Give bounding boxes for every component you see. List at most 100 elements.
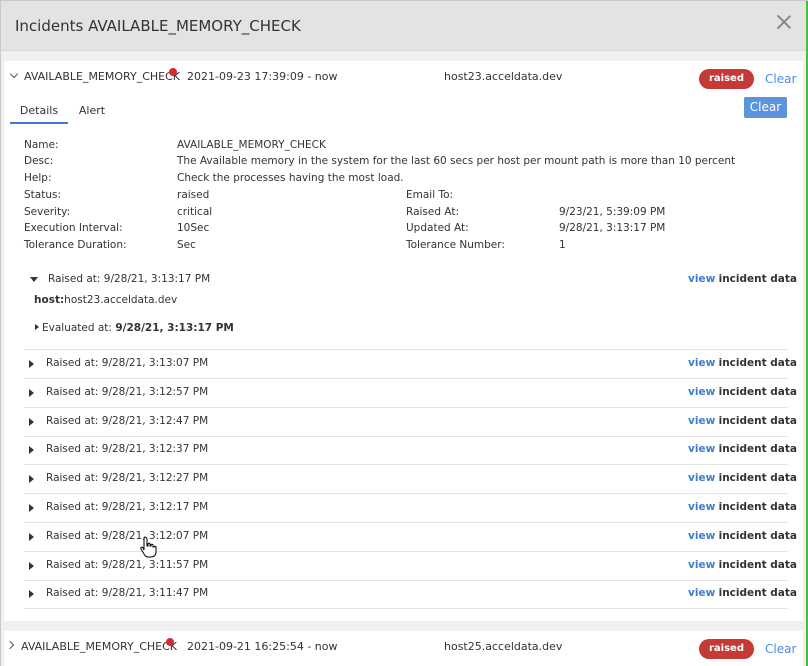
view-link[interactable]: view xyxy=(688,443,715,455)
raised-at-label: Raised At: xyxy=(406,206,460,218)
view-link-rest: incident data xyxy=(718,273,798,285)
tolerance-duration-label: Tolerance Duration: xyxy=(24,239,127,251)
view-incident-data-link[interactable]: view incident data xyxy=(688,559,797,571)
name-value: AVAILABLE_MEMORY_CHECK xyxy=(177,139,326,151)
divider xyxy=(24,493,788,495)
divider xyxy=(24,579,788,581)
help-value: Check the processes having the most load… xyxy=(177,172,404,184)
event-row-raised[interactable]: Raised at: 9/28/21, 3:12:57 PM xyxy=(46,386,208,398)
incident-card: AVAILABLE_MEMORY_CHECK 2021-09-23 17:39:… xyxy=(4,61,803,621)
event-row-raised[interactable]: Raised at: 9/28/21, 3:12:27 PM xyxy=(46,472,208,484)
event-row-raised[interactable]: Raised at: 9/28/21, 3:12:07 PM xyxy=(46,530,208,542)
clear-link[interactable]: Clear xyxy=(765,72,796,86)
view-incident-data-link[interactable]: view incident data xyxy=(688,357,797,369)
email-to-label: Email To: xyxy=(406,189,454,201)
execution-interval-value: 10Sec xyxy=(177,222,210,234)
status-dot xyxy=(169,68,177,76)
tab-alert[interactable]: Alert xyxy=(78,99,106,124)
incident-time: 2021-09-23 17:39:09 - now xyxy=(187,70,338,83)
view-link-rest: incident data xyxy=(718,385,798,398)
event-host: host:host23.acceldata.dev xyxy=(34,294,177,306)
divider xyxy=(24,435,788,437)
event-host-value: host23.acceldata.dev xyxy=(64,294,178,306)
incident-host: host25.acceldata.dev xyxy=(444,640,563,653)
caret-right-icon[interactable] xyxy=(29,532,34,541)
event-row-raised[interactable]: Raised at: 9/28/21, 3:12:17 PM xyxy=(46,501,208,513)
view-link-rest: incident data xyxy=(718,357,798,369)
divider xyxy=(24,349,788,350)
status-dot xyxy=(166,638,174,646)
caret-right-icon[interactable] xyxy=(29,446,34,455)
modal-title: Incidents AVAILABLE_MEMORY_CHECK xyxy=(15,17,301,35)
divider xyxy=(24,464,788,466)
modal-header: Incidents AVAILABLE_MEMORY_CHECK xyxy=(1,1,807,51)
status-badge: raised xyxy=(699,639,754,659)
view-link-rest: incident data xyxy=(718,443,798,456)
clear-link[interactable]: Clear xyxy=(765,642,796,656)
close-icon[interactable] xyxy=(776,14,792,30)
tab-details[interactable]: Details xyxy=(10,99,68,124)
hand-cursor-icon xyxy=(140,536,157,558)
view-link[interactable]: view xyxy=(688,415,715,427)
updated-at-value: 9/28/21, 3:13:17 PM xyxy=(559,222,666,234)
incident-host: host23.acceldata.dev xyxy=(444,70,563,83)
tolerance-number-value: 1 xyxy=(559,239,566,251)
event-row-raised[interactable]: Raised at: 9/28/21, 3:13:07 PM xyxy=(46,357,208,369)
incident-name: AVAILABLE_MEMORY_CHECK xyxy=(21,640,177,653)
incidents-modal: Incidents AVAILABLE_MEMORY_CHECK AVAILAB… xyxy=(0,0,808,666)
divider xyxy=(24,406,788,408)
evaluated-at-value: 9/28/21, 3:13:17 PM xyxy=(115,322,234,334)
view-link[interactable]: view xyxy=(688,472,715,484)
caret-right-icon[interactable] xyxy=(29,388,34,397)
divider xyxy=(24,378,788,379)
view-link-rest: incident data xyxy=(718,414,798,427)
view-link[interactable]: view xyxy=(688,386,715,398)
tolerance-duration-value: Sec xyxy=(177,239,196,251)
execution-interval-label: Execution Interval: xyxy=(24,222,123,234)
desc-value: The Available memory in the system for t… xyxy=(177,155,736,167)
view-link[interactable]: view xyxy=(688,530,715,542)
view-link-rest: incident data xyxy=(718,529,798,542)
view-incident-data-link[interactable]: view incident data xyxy=(688,386,797,398)
chevron-down-icon[interactable] xyxy=(9,69,19,79)
caret-down-icon[interactable] xyxy=(30,277,38,282)
caret-right-icon[interactable] xyxy=(29,561,34,570)
caret-right-icon[interactable] xyxy=(29,504,34,512)
status-badge: raised xyxy=(699,69,754,89)
updated-at-label: Updated At: xyxy=(406,222,469,234)
evaluated-at-label: Evaluated at: xyxy=(42,322,112,334)
expanded-event-raised[interactable]: Raised at: 9/28/21, 3:13:17 PM xyxy=(48,273,210,285)
evaluated-at[interactable]: Evaluated at: 9/28/21, 3:13:17 PM xyxy=(42,322,234,334)
view-incident-data-link[interactable]: view incident data xyxy=(688,443,797,455)
caret-right-icon[interactable] xyxy=(29,590,34,599)
view-incident-data-link[interactable]: view incident data xyxy=(688,530,797,542)
view-incident-data-link[interactable]: view incident data xyxy=(688,587,797,599)
view-link[interactable]: view xyxy=(688,501,715,513)
view-link-rest: incident data xyxy=(718,558,798,571)
caret-right-icon[interactable] xyxy=(29,360,34,368)
view-link[interactable]: view xyxy=(688,587,715,599)
caret-right-icon[interactable] xyxy=(29,417,34,426)
event-row-raised[interactable]: Raised at: 9/28/21, 3:11:57 PM xyxy=(46,559,208,571)
event-row-raised[interactable]: Raised at: 9/28/21, 3:12:47 PM xyxy=(46,415,208,427)
incident-header[interactable]: AVAILABLE_MEMORY_CHECK 2021-09-23 17:39:… xyxy=(4,61,803,91)
chevron-right-icon[interactable] xyxy=(5,640,15,650)
event-row-raised[interactable]: Raised at: 9/28/21, 3:12:37 PM xyxy=(46,443,208,455)
desc-label: Desc: xyxy=(24,155,54,167)
incident-card: AVAILABLE_MEMORY_CHECK 2021-09-21 16:25:… xyxy=(4,631,803,666)
view-link[interactable]: view xyxy=(688,273,715,285)
caret-right-icon[interactable] xyxy=(29,475,34,484)
divider xyxy=(24,608,788,610)
incident-time: 2021-09-21 16:25:54 - now xyxy=(187,640,338,653)
event-row-raised[interactable]: Raised at: 9/28/21, 3:11:47 PM xyxy=(46,587,208,599)
incident-name: AVAILABLE_MEMORY_CHECK xyxy=(24,70,180,83)
caret-right-icon[interactable] xyxy=(35,324,39,330)
name-label: Name: xyxy=(24,139,59,151)
view-incident-data-link[interactable]: view incident data xyxy=(688,472,797,484)
view-link[interactable]: view xyxy=(688,559,715,571)
clear-button[interactable]: Clear xyxy=(744,97,787,118)
view-incident-data-link[interactable]: view incident data xyxy=(688,501,797,513)
view-incident-data-link[interactable]: view incident data xyxy=(688,273,797,285)
view-incident-data-link[interactable]: view incident data xyxy=(688,415,797,427)
view-link[interactable]: view xyxy=(688,357,715,369)
